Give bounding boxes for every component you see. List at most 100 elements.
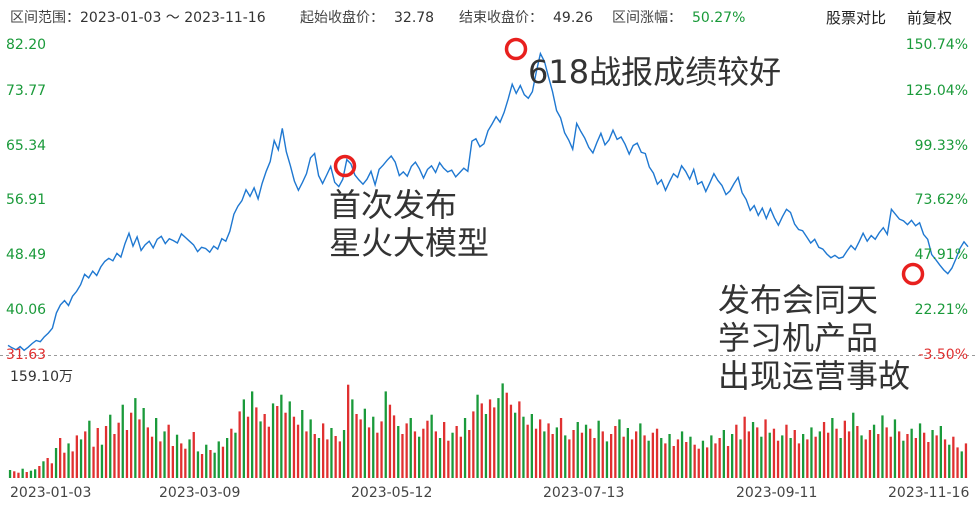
volume-bar <box>693 444 696 478</box>
volume-bar <box>54 448 58 478</box>
volume-bar <box>735 424 738 478</box>
volume-bar <box>689 436 692 478</box>
volume-bar <box>104 426 108 478</box>
volume-bar <box>309 419 312 478</box>
volume-bar <box>676 439 680 478</box>
volume-bar <box>639 423 642 478</box>
volume-bar <box>392 415 396 478</box>
volume-bar <box>847 431 851 478</box>
price-tick-left: 82.20 <box>6 37 47 53</box>
volume-bar <box>142 408 145 478</box>
volume-bar <box>651 432 654 478</box>
volume-bar <box>593 438 596 478</box>
volume-bar <box>372 416 375 478</box>
volume-bar <box>914 438 917 478</box>
price-tick-left: 40.06 <box>6 302 47 318</box>
volume-bar <box>413 431 417 478</box>
volume-bar <box>618 419 621 478</box>
volume-bar <box>376 432 379 478</box>
volume-bar <box>326 439 329 478</box>
date-tick: 2023-07-13 <box>543 485 625 501</box>
volume-bar <box>756 427 759 478</box>
volume-bar <box>952 436 955 478</box>
volume-bar <box>605 441 609 478</box>
volume-bar <box>246 416 250 478</box>
volume-bar <box>726 446 730 478</box>
volume-bar <box>931 430 934 478</box>
date-tick: 2023-05-12 <box>351 485 433 501</box>
volume-bars <box>8 383 968 478</box>
volume-bar <box>113 434 116 478</box>
volume-bar <box>614 426 617 478</box>
percent-tick-right: 73.62% <box>914 192 968 208</box>
volume-bar <box>509 404 513 478</box>
volume-bar <box>948 444 951 478</box>
volume-bar <box>334 436 337 478</box>
volume-bar <box>610 434 613 478</box>
date-tick: 2023-01-03 <box>10 485 92 501</box>
volume-bar <box>743 416 746 478</box>
volume-bar <box>685 442 688 478</box>
volume-bar <box>539 419 542 478</box>
volume-bar <box>155 418 158 478</box>
volume-bar <box>860 435 863 478</box>
percent-tick-right: 150.74% <box>905 37 968 53</box>
volume-bar <box>714 443 717 478</box>
volume-bar <box>476 394 479 478</box>
volume-bar <box>367 427 371 478</box>
volume-bar <box>701 440 705 478</box>
volume-bar <box>159 441 162 478</box>
volume-bar <box>100 444 104 478</box>
volume-bar <box>443 422 446 478</box>
volume-bar <box>296 424 300 478</box>
volume-bar <box>622 436 625 478</box>
volume-bar <box>263 414 266 478</box>
volume-bar <box>564 435 567 478</box>
volume-bar <box>555 427 558 478</box>
volume-bar <box>313 434 316 478</box>
volume-bar <box>75 435 78 478</box>
percent-tick-right: 22.21% <box>914 302 968 318</box>
volume-bar <box>438 438 442 478</box>
volume-bar <box>864 439 867 478</box>
volume-bar <box>505 392 508 478</box>
volume-bar <box>856 426 859 478</box>
volume-bar <box>29 470 33 478</box>
volume-bar <box>230 428 233 478</box>
volume-bar <box>167 424 170 478</box>
volume-bar <box>79 439 83 478</box>
volume-bar <box>271 403 275 478</box>
volume-bar <box>63 452 66 478</box>
volume-bar <box>468 430 471 478</box>
volume-bar <box>342 430 346 478</box>
annotation-spark-model: 首次发布 星火大模型 <box>329 186 490 262</box>
volume-bar <box>906 434 909 478</box>
volume-bar <box>217 441 220 478</box>
volume-bar <box>21 468 24 478</box>
percent-tick-right: 125.04% <box>905 83 968 99</box>
volume-bar <box>71 451 74 478</box>
volume-bar <box>543 431 546 478</box>
volume-bar <box>188 439 191 478</box>
volume-bar <box>822 422 826 478</box>
volume-bar <box>301 410 304 478</box>
annotation-launch-incident: 发布会同天 学习机产品 出现运营事故 <box>718 281 911 395</box>
volume-bar <box>739 439 742 478</box>
volume-bar <box>480 403 483 478</box>
volume-bar <box>226 438 229 478</box>
volume-bar <box>877 434 880 478</box>
volume-bar <box>785 424 788 478</box>
volume-bar <box>680 431 684 478</box>
volume-bar <box>422 428 425 478</box>
volume-bar <box>534 428 538 478</box>
volume-bar <box>893 419 897 478</box>
volume-bar <box>418 436 421 478</box>
volume-bar <box>25 472 28 478</box>
volume-bar <box>451 432 454 478</box>
volume-bar <box>630 439 634 478</box>
volume-bar <box>881 415 884 478</box>
volume-bar <box>772 428 776 478</box>
volume-bar <box>138 419 141 478</box>
volume-bar <box>764 419 767 478</box>
volume-bar <box>706 447 709 478</box>
